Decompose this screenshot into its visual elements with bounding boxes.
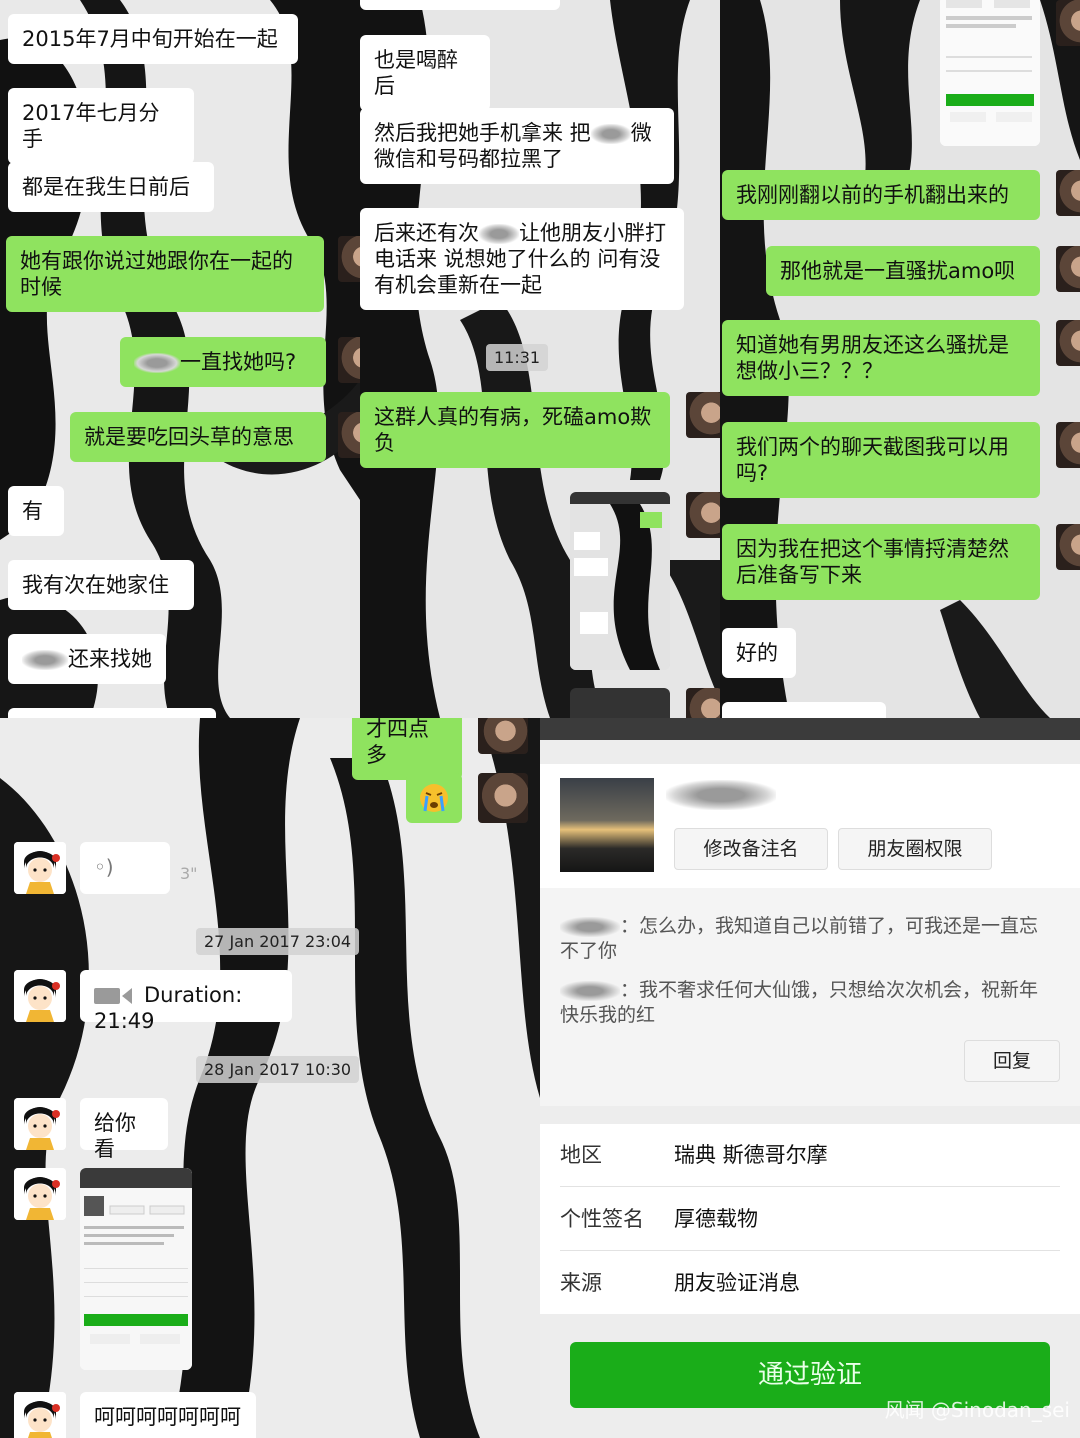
redacted-name bbox=[479, 224, 519, 244]
timestamp: 11:31 bbox=[486, 344, 549, 371]
message-bubble-cut bbox=[8, 708, 216, 718]
girl-avatar-icon bbox=[14, 1098, 66, 1150]
chat-panel-bottom-left: 才四点多 ◦) 3" 27 Jan 2017 23:04 Duration: 2… bbox=[0, 718, 540, 1438]
message-bubble: 也是喝醉后 bbox=[360, 35, 490, 111]
moments-permission-button[interactable]: 朋友圈权限 bbox=[838, 828, 992, 870]
reply-button[interactable]: 回复 bbox=[964, 1040, 1060, 1082]
nav-bar bbox=[540, 718, 1080, 740]
request-message: ：怎么办，我知道自己以前错了，可我还是一直忘不了你 bbox=[560, 915, 1039, 962]
avatar[interactable] bbox=[1056, 320, 1080, 366]
avatar[interactable] bbox=[478, 773, 528, 823]
region-row: 地区 瑞典 斯德哥尔摩 bbox=[560, 1124, 1060, 1187]
message-bubble: 2015年7月中旬开始在一起 bbox=[8, 14, 298, 64]
avatar[interactable] bbox=[686, 392, 720, 438]
avatar[interactable] bbox=[1056, 0, 1080, 46]
message-bubble: 就是要吃回头草的意思 bbox=[70, 412, 326, 462]
message-bubble-cut bbox=[722, 702, 886, 718]
redacted-name bbox=[134, 353, 180, 373]
edit-remark-button[interactable]: 修改备注名 bbox=[674, 828, 828, 870]
redacted-name bbox=[560, 916, 620, 937]
message-bubble: 一直找她吗? bbox=[120, 337, 326, 387]
girl-avatar-icon bbox=[14, 842, 66, 894]
redacted-name bbox=[590, 124, 631, 144]
redacted-nickname bbox=[666, 780, 776, 810]
signature-row: 个性签名 厚德载物 bbox=[560, 1188, 1060, 1251]
message-bubble: 这群人真的有病，死磕amo欺负 bbox=[360, 392, 670, 468]
message-bubble: 我们两个的聊天截图我可以用吗? bbox=[722, 422, 1040, 498]
girl-avatar[interactable] bbox=[14, 1098, 66, 1150]
message-bubble: 然后我把她手机拿来 把微微信和号码都拉黑了 bbox=[360, 108, 674, 184]
message-bubble: 呵呵呵呵呵呵呵 bbox=[80, 1392, 256, 1438]
voice-duration: 3" bbox=[180, 864, 198, 883]
emoji-message bbox=[406, 773, 462, 823]
avatar[interactable] bbox=[1056, 524, 1080, 570]
watermark: 风闻 @Sinodan_sei bbox=[884, 1398, 1070, 1422]
girl-avatar-icon bbox=[14, 1168, 66, 1220]
avatar[interactable] bbox=[686, 688, 720, 718]
message-bubble: 我刚刚翻以前的手机翻出来的 bbox=[722, 170, 1040, 220]
avatar[interactable] bbox=[478, 718, 528, 754]
screenshot-thumbnail-icon bbox=[570, 492, 670, 670]
girl-avatar[interactable] bbox=[14, 842, 66, 894]
crying-emoji-icon bbox=[420, 784, 448, 812]
chat-panel-top-right: 我刚刚翻以前的手机翻出来的 那他就是一直骚扰amo呗 知道她有男朋友还这么骚扰是… bbox=[720, 0, 1080, 718]
message-bubble: 2017年七月分手 bbox=[8, 88, 194, 164]
request-message: ：我不奢求任何大仙饿，只想给次次机会，祝新年快乐我的红 bbox=[560, 979, 1039, 1026]
image-message-thumbnail[interactable] bbox=[80, 1168, 192, 1370]
avatar[interactable] bbox=[1056, 246, 1080, 292]
message-bubble: 才四点多 bbox=[352, 718, 462, 780]
girl-avatar-icon bbox=[14, 1392, 66, 1438]
voice-message[interactable]: ◦) bbox=[80, 842, 170, 894]
avatar[interactable] bbox=[338, 236, 360, 282]
girl-avatar[interactable] bbox=[14, 1392, 66, 1438]
message-bubble: 我有次在她家住 bbox=[8, 560, 194, 610]
girl-avatar[interactable] bbox=[14, 970, 66, 1022]
voice-wave-icon: ◦) bbox=[94, 855, 114, 879]
video-call-message[interactable]: Duration: 21:49 bbox=[80, 970, 292, 1033]
message-bubble: 都是在我生日前后 bbox=[8, 162, 214, 212]
message-bubble: 还来找她 bbox=[8, 634, 166, 684]
profile-card: 修改备注名 朋友圈权限 bbox=[540, 764, 1080, 904]
message-bubble: 知道她有男朋友还这么骚扰是想做小三？？？ bbox=[722, 320, 1040, 396]
timestamp: 27 Jan 2017 23:04 bbox=[196, 928, 360, 955]
avatar[interactable] bbox=[338, 337, 360, 383]
chat-panel-top-middle: 也是喝醉后 然后我把她手机拿来 把微微信和号码都拉黑了 后来还有次 让他朋友小胖打… bbox=[360, 0, 720, 718]
screenshot-thumbnail-icon bbox=[940, 0, 1040, 146]
redacted-name bbox=[22, 650, 68, 670]
message-bubble: 好的 bbox=[722, 628, 796, 678]
message-bubble: 给你看 bbox=[80, 1098, 168, 1161]
message-bubble: 那他就是一直骚扰amo呗 bbox=[766, 246, 1040, 296]
girl-avatar[interactable] bbox=[14, 1168, 66, 1220]
friend-request-panel: 修改备注名 朋友圈权限 ：怎么办，我知道自己以前错了，可我还是一直忘不了你 ：我… bbox=[540, 718, 1080, 1438]
screenshot-thumbnail-icon bbox=[80, 1168, 192, 1370]
profile-avatar[interactable] bbox=[560, 778, 654, 872]
message-bubble: 后来还有次 让他朋友小胖打电话来 说想她了什么的 问有没有机会重新在一起 bbox=[360, 208, 684, 310]
image-message-thumbnail[interactable] bbox=[940, 0, 1040, 146]
message-bubble: 因为我在把这个事情捋清楚然后准备写下来 bbox=[722, 524, 1040, 600]
message-bubble: 有 bbox=[8, 486, 64, 536]
request-messages: ：怎么办，我知道自己以前错了，可我还是一直忘不了你 ：我不奢求任何大仙饿，只想给… bbox=[540, 888, 1080, 1106]
source-row: 来源 朋友验证消息 bbox=[560, 1271, 800, 1295]
redacted-name bbox=[560, 980, 620, 1001]
avatar[interactable] bbox=[1056, 170, 1080, 216]
message-bubble-cut bbox=[360, 0, 560, 10]
message-bubble: 她有跟你说过她跟你在一起的时候 bbox=[6, 236, 324, 312]
avatar[interactable] bbox=[1056, 422, 1080, 468]
image-message-thumbnail[interactable] bbox=[570, 492, 670, 670]
image-message-thumbnail[interactable] bbox=[570, 688, 670, 718]
video-camera-icon bbox=[94, 988, 120, 1004]
video-camera-lens-icon bbox=[122, 988, 132, 1004]
timestamp: 28 Jan 2017 10:30 bbox=[196, 1056, 360, 1083]
chat-panel-top-left: 2015年7月中旬开始在一起 2017年七月分手 都是在我生日前后 她有跟你说过… bbox=[0, 0, 360, 718]
avatar[interactable] bbox=[338, 412, 360, 458]
girl-avatar-icon bbox=[14, 970, 66, 1022]
info-list: 地区 瑞典 斯德哥尔摩 个性签名 厚德载物 来源 朋友验证消息 bbox=[540, 1124, 1080, 1314]
avatar[interactable] bbox=[686, 492, 720, 538]
